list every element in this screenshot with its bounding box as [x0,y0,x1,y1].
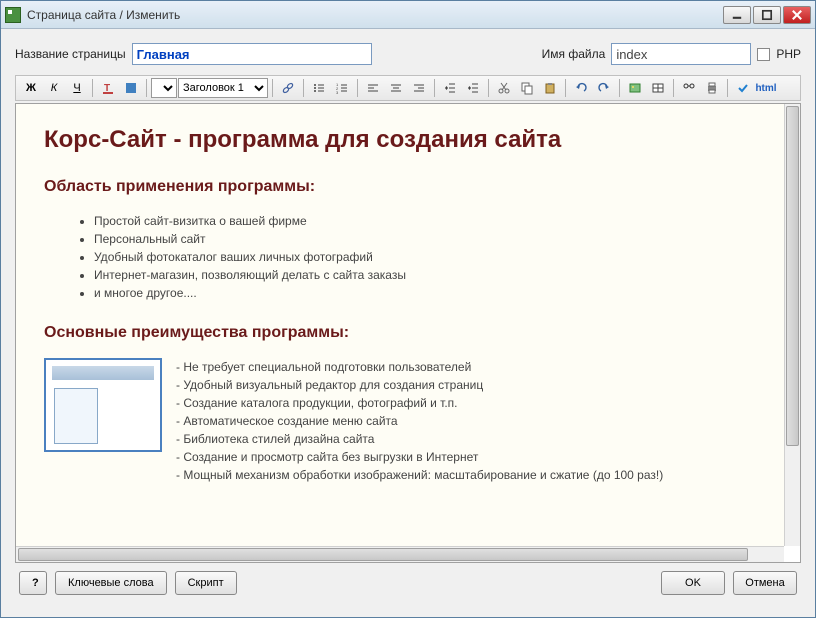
paste-button[interactable] [539,77,561,99]
link-button[interactable] [277,77,299,99]
undo-button[interactable] [570,77,592,99]
help-button[interactable]: ? [19,571,47,595]
horizontal-scrollbar[interactable] [16,546,784,562]
align-center-button[interactable] [385,77,407,99]
fields-row: Название страницы Имя файла PHP [15,43,801,65]
redo-button[interactable] [593,77,615,99]
list-item: - Удобный визуальный редактор для создан… [176,376,663,394]
editor-container: Корс-Сайт - программа для создания сайта… [15,103,801,563]
find-button[interactable] [678,77,700,99]
minimize-button[interactable] [723,6,751,24]
php-checkbox[interactable] [757,48,770,61]
content-h2-scope: Область применения программы: [44,178,756,196]
content-area: Название страницы Имя файла PHP Ж К Ч T … [1,29,815,617]
copy-button[interactable] [516,77,538,99]
keywords-button[interactable]: Ключевые слова [55,571,167,595]
image-button[interactable] [624,77,646,99]
list-item: и многое другое.... [94,284,756,302]
maximize-button[interactable] [753,6,781,24]
titlebar[interactable]: Страница сайта / Изменить [1,1,815,29]
html-button[interactable]: html [755,77,777,99]
heading-select[interactable]: Заголовок 1 [178,78,268,98]
indent-button[interactable] [462,77,484,99]
list-item: - Автоматическое создание меню сайта [176,412,663,430]
cut-button[interactable] [493,77,515,99]
svg-text:3: 3 [336,90,339,95]
outdent-button[interactable] [439,77,461,99]
file-name-label: Имя файла [542,47,606,61]
list-item: - Создание каталога продукции, фотографи… [176,394,663,412]
php-label: PHP [776,47,801,61]
font-color-button[interactable]: T [97,77,119,99]
thumbnail-image [44,358,162,452]
list-bullets-button[interactable] [308,77,330,99]
list-item: Персональный сайт [94,230,756,248]
bg-color-button[interactable] [120,77,142,99]
list-item: - Библиотека стилей дизайна сайта [176,430,663,448]
align-left-button[interactable] [362,77,384,99]
underline-button[interactable]: Ч [66,77,88,99]
list-item: Интернет-магазин, позволяющий делать с с… [94,266,756,284]
horizontal-scroll-thumb[interactable] [18,548,748,561]
window: Страница сайта / Изменить Название стран… [0,0,816,618]
style-select[interactable] [151,78,177,98]
page-name-input[interactable] [132,43,372,65]
close-button[interactable] [783,6,811,24]
editor-toolbar: Ж К Ч T Заголовок 1 123 [15,75,801,101]
cancel-button[interactable]: Отмена [733,571,797,595]
advantages-row: - Не требует специальной подготовки поль… [44,358,756,484]
ok-button[interactable]: OK [661,571,725,595]
list-item: Удобный фотокаталог ваших личных фотогра… [94,248,756,266]
page-name-label: Название страницы [15,47,126,61]
print-button[interactable] [701,77,723,99]
advantages-list: - Не требует специальной подготовки поль… [176,358,663,484]
align-right-button[interactable] [408,77,430,99]
content-h2-advantages: Основные преимущества программы: [44,324,756,342]
check-button[interactable] [732,77,754,99]
list-item: - Мощный механизм обработки изображений:… [176,466,663,484]
content-h1: Корс-Сайт - программа для создания сайта [44,126,756,154]
editor-body[interactable]: Корс-Сайт - программа для создания сайта… [16,104,784,546]
script-button[interactable]: Скрипт [175,571,237,595]
list-item: Простой сайт-визитка о вашей фирме [94,212,756,230]
bold-button[interactable]: Ж [20,77,42,99]
table-button[interactable] [647,77,669,99]
app-icon [5,7,21,23]
file-name-input[interactable] [611,43,751,65]
scope-list: Простой сайт-визитка о вашей фирме Персо… [94,212,756,302]
list-numbered-button[interactable]: 123 [331,77,353,99]
window-title: Страница сайта / Изменить [27,8,723,22]
vertical-scroll-thumb[interactable] [786,106,799,446]
italic-button[interactable]: К [43,77,65,99]
list-item: - Не требует специальной подготовки поль… [176,358,663,376]
vertical-scrollbar[interactable] [784,104,800,546]
window-controls [723,6,811,24]
footer-buttons: ? Ключевые слова Скрипт OK Отмена [15,563,801,603]
list-item: - Создание и просмотр сайта без выгрузки… [176,448,663,466]
